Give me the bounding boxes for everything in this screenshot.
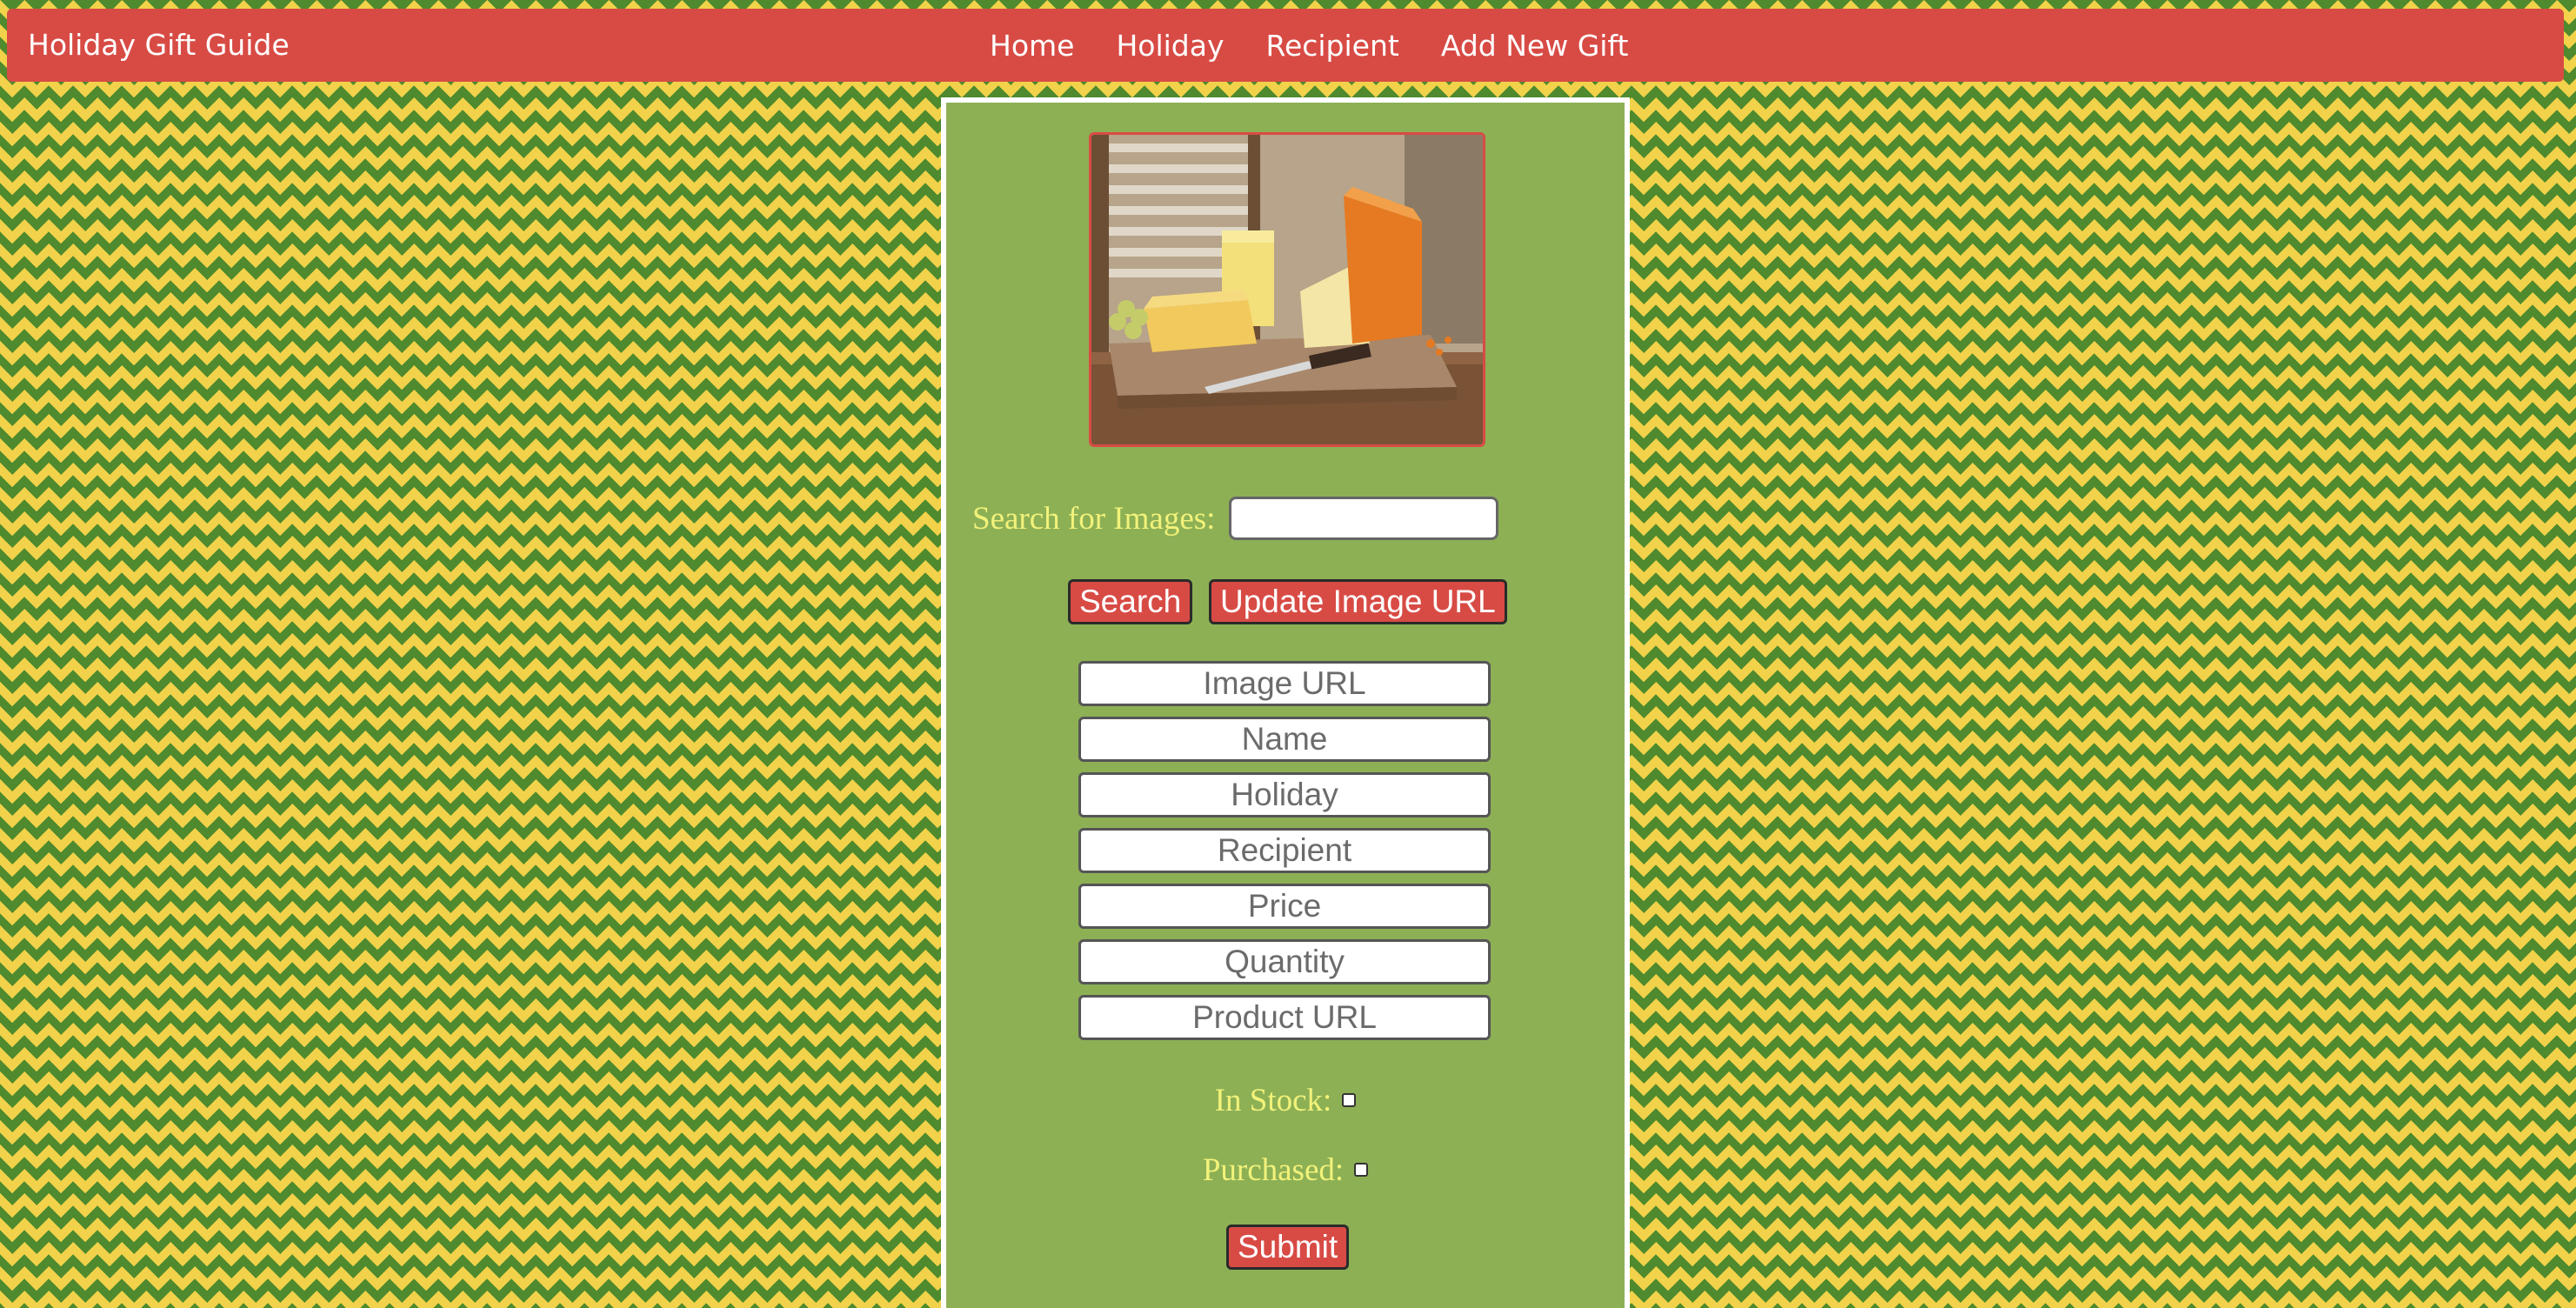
nav-holiday[interactable]: Holiday [1116, 29, 1224, 63]
update-image-url-button[interactable]: Update Image URL [1209, 579, 1507, 624]
nav-recipient[interactable]: Recipient [1266, 29, 1399, 63]
in-stock-label: In Stock: [1214, 1082, 1332, 1118]
recipient-field[interactable] [1078, 828, 1491, 873]
nav-links: Home Holiday Recipient Add New Gift [990, 9, 1670, 82]
nav-home[interactable]: Home [990, 29, 1074, 63]
gift-form-panel: Search for Images: Search Update Image U… [941, 97, 1630, 1308]
purchased-row: Purchased: [946, 1148, 1625, 1191]
product-url-field[interactable] [1078, 995, 1491, 1040]
image-search-row: Search for Images: [972, 492, 1598, 544]
in-stock-checkbox[interactable] [1342, 1093, 1357, 1107]
nav-add-new-gift[interactable]: Add New Gift [1441, 29, 1629, 63]
quantity-field[interactable] [1078, 939, 1491, 984]
purchased-checkbox[interactable] [1354, 1163, 1369, 1177]
image-url-field[interactable] [1078, 661, 1491, 706]
image-search-input[interactable] [1229, 497, 1499, 540]
purchased-label: Purchased: [1202, 1151, 1345, 1188]
in-stock-row: In Stock: [946, 1078, 1625, 1122]
cheese-board-image [1089, 132, 1485, 447]
navbar: Holiday Gift Guide Home Holiday Recipien… [7, 9, 2564, 82]
price-field[interactable] [1078, 884, 1491, 929]
name-field[interactable] [1078, 717, 1491, 762]
search-button[interactable]: Search [1068, 579, 1193, 624]
search-images-label: Search for Images: [972, 500, 1216, 537]
holiday-field[interactable] [1078, 772, 1491, 818]
submit-button[interactable]: Submit [1226, 1225, 1350, 1270]
brand-link[interactable]: Holiday Gift Guide [28, 9, 290, 82]
